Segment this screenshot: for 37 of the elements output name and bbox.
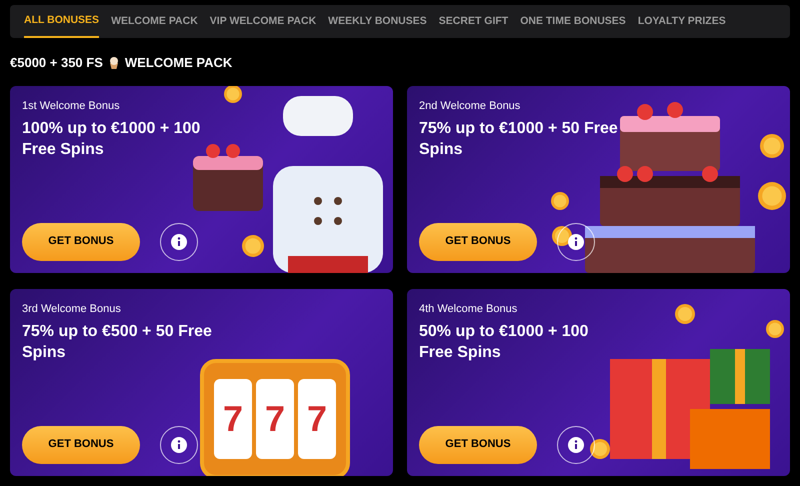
reel-symbol: 7 [298,378,336,458]
bonus-label: 4th Welcome Bonus [419,302,518,316]
tab[interactable]: LOYALTY PRIZES [638,5,726,38]
tab[interactable]: SECRET GIFT [438,5,508,38]
get-bonus-button[interactable]: GET BONUS [419,426,537,464]
bonus-label: 2nd Welcome Bonus [419,98,520,114]
coin-icon [242,234,264,256]
tab[interactable]: VIP WELCOME PACK [210,5,316,38]
info-icon[interactable] [557,426,595,464]
bonus-label: 3rd Welcome Bonus [22,302,121,316]
coin-icon [760,134,784,158]
coin-icon [675,304,695,324]
bonus-headline: 100% up to €1000 + 100 Free Spins [22,119,202,160]
bonus-headline: 75% up to €1000 + 50 Free Spins [419,119,619,160]
info-icon[interactable] [160,222,198,260]
get-bonus-button[interactable]: GET BONUS [419,222,537,260]
tab[interactable]: ONE TIME BONUSES [520,5,626,38]
coin-icon [551,192,569,210]
section-title: WELCOME PACK [124,54,232,72]
get-bonus-button[interactable]: GET BONUS [22,222,140,260]
tab[interactable]: WELCOME PACK [111,5,198,38]
bonus-headline: 50% up to €1000 + 100 Free Spins [419,322,590,363]
coin-icon [224,86,242,102]
info-icon[interactable] [557,222,595,260]
coin-icon [766,320,784,338]
get-bonus-button[interactable]: GET BONUS [22,426,140,464]
info-icon[interactable] [160,426,198,464]
section-title: €5000 + 350 FS [10,54,103,72]
tab[interactable]: ALL BONUSES [24,5,100,38]
tab[interactable]: WEEKLY BONUSES [328,5,427,38]
reel-symbol: 7 [256,378,294,458]
cake-drawing [193,144,263,210]
coin-icon [758,182,786,210]
reel-symbol: 7 [214,378,252,458]
coin-icon [590,438,610,458]
bonus-label: 1st Welcome Bonus [22,98,120,114]
bonus-headline: 75% up to €500 + 50 Free Spins [22,322,213,363]
